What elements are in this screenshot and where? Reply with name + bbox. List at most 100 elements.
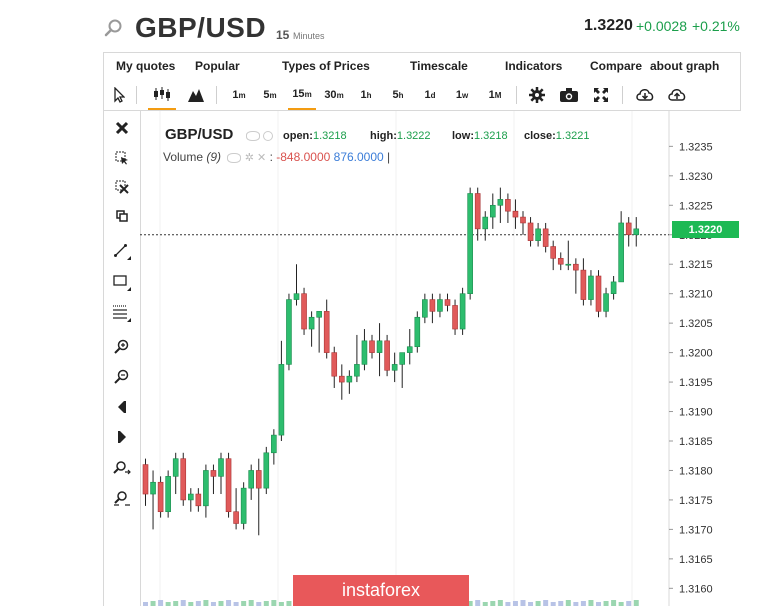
zoom-horizontal-tool[interactable] xyxy=(109,456,135,480)
y-tick-label: 1.3205 xyxy=(679,318,713,330)
volume-bar xyxy=(188,602,194,606)
volume-bar xyxy=(218,601,224,606)
volume-bar xyxy=(173,601,179,606)
zoom-reset-tool[interactable] xyxy=(109,486,135,510)
volume-bar xyxy=(195,601,201,606)
search-icon[interactable] xyxy=(104,19,122,37)
volume-bar xyxy=(535,601,541,606)
y-tick-label: 1.3215 xyxy=(679,259,713,271)
current-price: 1.3220 xyxy=(584,17,633,34)
symbol-title[interactable]: GBP/USD xyxy=(135,12,266,44)
upload-button[interactable] xyxy=(666,80,688,110)
menu-types-of-prices[interactable]: Types of Prices xyxy=(282,59,370,73)
timeframe-5m[interactable]: 5m xyxy=(259,80,281,110)
y-tick-label: 1.3235 xyxy=(679,141,713,153)
menu-compare[interactable]: Compare xyxy=(590,59,642,73)
interval-unit: Minutes xyxy=(293,31,325,41)
area-chart-type[interactable] xyxy=(184,80,208,110)
legend-close: close:1.3221 xyxy=(524,130,590,142)
timeframe-1w[interactable]: 1w xyxy=(452,80,472,110)
close-icon xyxy=(115,121,129,135)
volume-bar xyxy=(180,600,186,606)
candle-body xyxy=(218,458,224,477)
candle-body xyxy=(550,246,557,259)
zoom-out-tool[interactable] xyxy=(109,365,135,389)
menu-indicators[interactable]: Indicators xyxy=(505,59,562,73)
remove-drawings-tool[interactable] xyxy=(109,116,135,140)
candle-body xyxy=(557,258,564,265)
candle-body xyxy=(271,434,277,454)
zoom-reset-icon xyxy=(114,491,130,506)
volume-settings-icon[interactable]: ✲ ✕ xyxy=(245,152,267,164)
volume-bar xyxy=(278,602,284,606)
select-drawing-tool[interactable] xyxy=(109,146,135,170)
timeframe-1M[interactable]: 1M xyxy=(484,80,506,110)
current-price-tag: 1.3220 xyxy=(672,221,739,238)
cursor-icon xyxy=(114,87,125,103)
y-tick-label: 1.3225 xyxy=(679,200,713,212)
volume-bar xyxy=(143,602,148,606)
volume-bar xyxy=(543,600,549,606)
y-tick-label: 1.3190 xyxy=(679,407,713,419)
candle-body xyxy=(565,263,572,266)
timeframe-5h[interactable]: 5h xyxy=(388,80,408,110)
chart-area[interactable]: 1.3160 1.3165 1.3170 1.3175 1.3180 1.3185 1.31… xyxy=(140,111,739,606)
timeframe-1m[interactable]: 1m xyxy=(228,80,250,110)
candle-body xyxy=(474,193,481,230)
scroll-right-tool[interactable] xyxy=(109,425,135,449)
settings-dot-icon[interactable] xyxy=(263,131,273,142)
price-chart[interactable]: 1.3160 1.3165 1.3170 1.3175 1.3180 1.3185 1.31… xyxy=(140,111,739,606)
candle-body xyxy=(482,216,489,230)
cursor-tool[interactable] xyxy=(108,80,130,110)
timeframe-30m[interactable]: 30 m xyxy=(322,80,346,110)
fibonacci-tool[interactable] xyxy=(109,301,135,325)
volume-bar xyxy=(505,602,511,606)
timeframe-1d[interactable]: 1d xyxy=(420,80,440,110)
timeframe-1h[interactable]: 1h xyxy=(356,80,376,110)
zoom-in-tool[interactable] xyxy=(109,335,135,359)
candle-body xyxy=(263,452,270,489)
delete-selection-tool[interactable] xyxy=(109,175,135,199)
volume-bar xyxy=(618,602,624,606)
candle-body xyxy=(339,375,345,383)
volume-period: (9) xyxy=(206,150,222,164)
trend-line-tool[interactable] xyxy=(109,239,135,263)
candle-body xyxy=(308,316,315,330)
candle-body xyxy=(542,228,549,247)
copy-drawing-tool[interactable] xyxy=(109,204,135,228)
fullscreen-button[interactable] xyxy=(590,80,612,110)
volume-bar xyxy=(241,601,247,606)
volume-bar xyxy=(226,600,232,606)
candle-body xyxy=(301,293,307,330)
candles-chart-type[interactable] xyxy=(148,80,176,110)
volume-eye-icon[interactable] xyxy=(227,152,242,163)
candle-body xyxy=(369,340,375,353)
menu-my-quotes[interactable]: My quotes xyxy=(116,59,175,73)
candle-body xyxy=(391,364,398,371)
area-chart-icon xyxy=(188,89,204,102)
header: GBP/USD 15 Minutes 1.3220 +0.0028 +0.21% xyxy=(0,0,761,48)
timeframe-15m[interactable]: 15 m xyxy=(288,80,316,110)
candle-body xyxy=(210,470,217,477)
eye-icon[interactable] xyxy=(246,131,260,142)
volume-bar xyxy=(558,601,564,606)
menu-about-graph[interactable]: about graph xyxy=(650,59,719,73)
scroll-left-tool[interactable] xyxy=(109,395,135,419)
volume-bar xyxy=(256,602,262,606)
screenshot-button[interactable] xyxy=(558,80,580,110)
rectangle-tool[interactable] xyxy=(109,270,135,294)
menu-popular[interactable]: Popular xyxy=(195,59,240,73)
candle-body xyxy=(406,346,413,353)
settings-button[interactable] xyxy=(526,80,548,110)
download-button[interactable] xyxy=(634,80,656,110)
volume-bar xyxy=(482,602,488,606)
menu-timescale[interactable]: Timescale xyxy=(410,59,468,73)
candle-body xyxy=(255,470,262,489)
legend-visibility-icons[interactable] xyxy=(243,130,273,142)
y-tick-label: 1.3180 xyxy=(679,465,713,477)
candle-body xyxy=(248,470,254,489)
cloud-upload-icon xyxy=(668,89,686,101)
candle-body xyxy=(172,458,179,477)
volume-bar xyxy=(596,602,601,606)
candle-body xyxy=(603,293,609,312)
